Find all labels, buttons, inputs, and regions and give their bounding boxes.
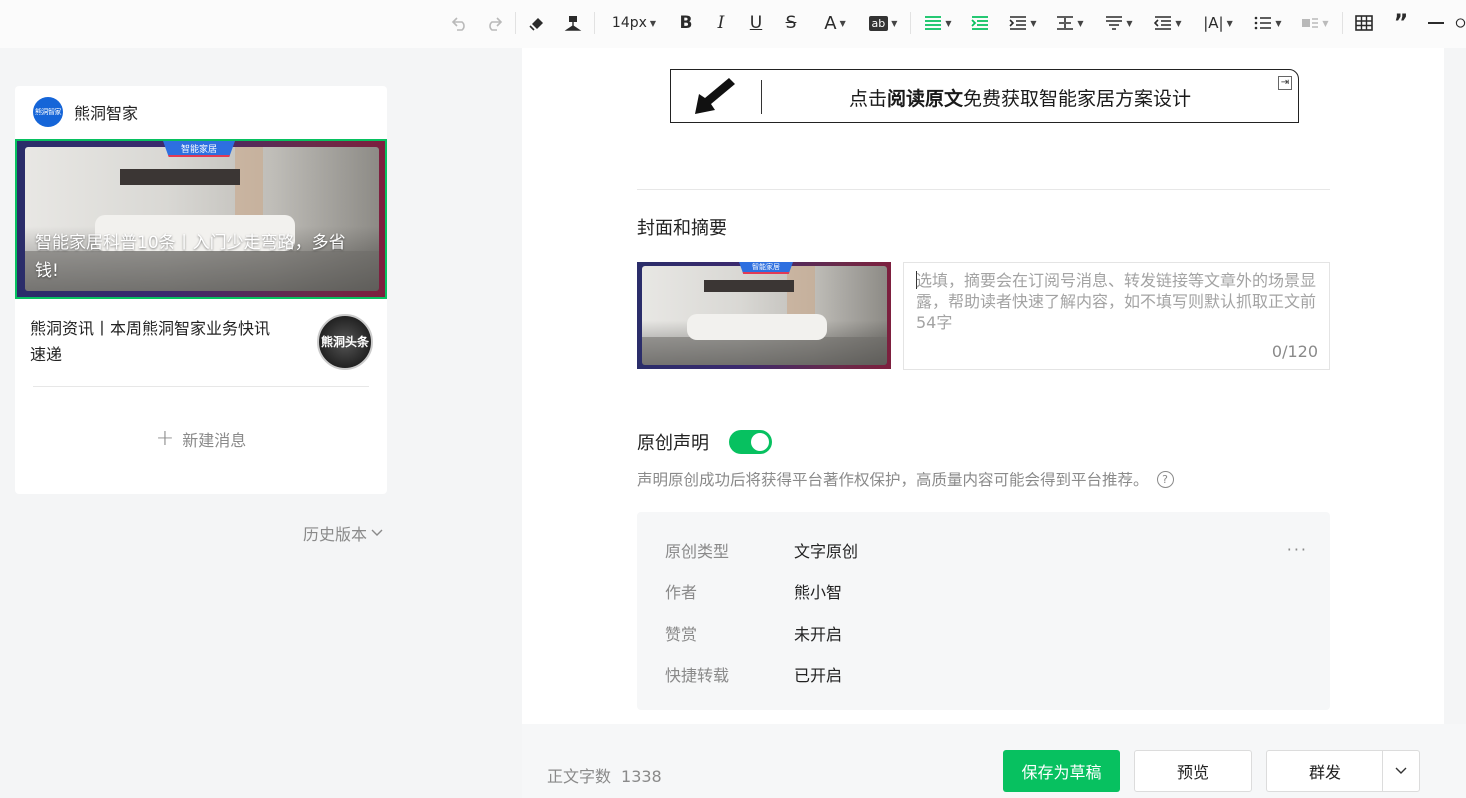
cover-thumbnail-image <box>642 266 887 365</box>
original-description: 声明原创成功后将获得平台著作权保护，高质量内容可能会得到平台推荐。 ? <box>637 468 1174 490</box>
strikethrough-icon[interactable]: S <box>780 11 802 35</box>
sub-article-title[interactable]: 熊洞资讯丨本周熊洞智家业务快讯速递 <box>30 316 280 368</box>
table-icon[interactable] <box>1352 11 1376 35</box>
toolbar-separator <box>515 12 516 34</box>
undo-icon[interactable] <box>448 11 472 35</box>
font-size-select[interactable]: 14px ▼ <box>606 11 662 35</box>
more-options-icon[interactable]: ··· <box>1287 540 1308 559</box>
paragraph-spacing-icon[interactable]: ▼ <box>1101 11 1137 35</box>
eraser-icon[interactable] <box>525 11 549 35</box>
account-row: 熊洞智家 熊洞智家 <box>33 97 138 127</box>
cover-summary-title: 封面和摘要 <box>637 218 727 239</box>
history-label: 历史版本 <box>303 525 368 544</box>
original-label: 原创声明 <box>637 433 709 454</box>
summary-input[interactable]: 选填，摘要会在订阅号消息、转发链接等文章外的场景显露，帮助读者快速了解内容，如不… <box>903 262 1330 370</box>
account-name: 熊洞智家 <box>74 104 139 123</box>
publish-button[interactable]: 群发 <box>1266 750 1383 792</box>
letter-spacing-icon[interactable]: |A| ▼ <box>1200 11 1236 35</box>
info-row-repost: 快捷转载 已开启 <box>665 666 843 685</box>
font-size-value: 14px <box>611 15 647 31</box>
align-justify-icon[interactable]: ▼ <box>920 11 956 35</box>
cover-thumbnail[interactable]: 智能家居 <box>637 262 891 369</box>
section-divider <box>637 189 1330 190</box>
arrow-icon <box>691 76 737 116</box>
info-row-type: 原创类型 文字原创 <box>665 542 859 561</box>
toolbar-separator <box>910 12 911 34</box>
word-count: 正文字数 1338 <box>547 767 662 786</box>
format-painter-icon[interactable] <box>561 11 585 35</box>
divider-icon[interactable] <box>1425 11 1447 35</box>
toolbar-separator <box>594 12 595 34</box>
main-article-cover[interactable]: 智能家居 智能家居科普10条丨入门少走弯路，多省钱! <box>15 139 387 299</box>
summary-placeholder: 选填，摘要会在订阅号消息、转发链接等文章外的场景显露，帮助读者快速了解内容，如不… <box>916 271 1317 332</box>
indent-format-icon[interactable] <box>968 11 992 35</box>
account-avatar: 熊洞智家 <box>33 97 63 127</box>
article-list-card: 熊洞智家 熊洞智家 智能家居 智能家居科普10条丨入门少走弯路，多省钱! 熊洞资… <box>15 86 387 494</box>
new-message-button[interactable]: + 新建消息 <box>15 426 387 451</box>
publish-dropdown-button[interactable] <box>1382 750 1420 792</box>
cover-tag: 智能家居 <box>163 141 235 157</box>
caret-down-icon: ▼ <box>649 18 657 28</box>
indent-icon[interactable]: ▼ <box>1005 11 1041 35</box>
sub-article-thumbnail: 熊洞头条 <box>317 314 373 370</box>
original-declaration-row: 原创声明 <box>637 429 772 455</box>
original-info-box: 原创类型 文字原创 作者 熊小智 赞赏 未开启 快捷转载 已开启 ··· <box>637 512 1330 710</box>
quote-icon[interactable]: ” <box>1389 11 1413 36</box>
redo-icon[interactable] <box>482 11 506 35</box>
plus-icon: + <box>155 426 175 451</box>
original-toggle[interactable] <box>729 430 772 454</box>
chevron-down-icon <box>1395 767 1407 774</box>
help-icon[interactable]: ? <box>1156 470 1174 488</box>
more-tools-icon[interactable] <box>1455 11 1466 35</box>
line-height-icon[interactable]: ▼ <box>1052 11 1088 35</box>
new-message-label: 新建消息 <box>182 430 247 450</box>
banner-divider <box>761 80 762 114</box>
editor-toolbar: 14px ▼ B I U S A ▼ ab ▼ ▼ ▼ ▼ ▼ ▼ |A| ▼ ▼ ▼ … <box>0 0 1466 48</box>
underline-icon[interactable]: U <box>745 11 767 35</box>
main-article-title: 智能家居科普10条丨入门少走弯路，多省钱! <box>35 233 346 281</box>
bullet-list-icon[interactable]: ▼ <box>1250 11 1286 35</box>
highlight-icon[interactable]: ab ▼ <box>865 11 901 35</box>
footer-bar: 正文字数 1338 保存为草稿 预览 群发 <box>522 724 1466 798</box>
toolbar-separator <box>1342 12 1343 34</box>
cover-thumbnail-tag: 智能家居 <box>739 262 793 274</box>
history-version-button[interactable]: 历史版本 <box>303 521 383 545</box>
summary-char-count: 0/120 <box>1271 342 1318 361</box>
exit-icon[interactable]: ⇥ <box>1278 76 1292 90</box>
float-image-icon[interactable]: ▼ <box>1297 11 1333 35</box>
outdent-icon[interactable]: ▼ <box>1150 11 1186 35</box>
font-color-icon[interactable]: A ▼ <box>817 11 853 35</box>
chevron-down-icon <box>371 529 383 536</box>
preview-button[interactable]: 预览 <box>1134 750 1252 792</box>
italic-icon[interactable]: I <box>710 11 732 35</box>
info-row-reward: 赞赏 未开启 <box>665 625 843 644</box>
banner-text: 点击阅读原文免费获取智能家居方案设计 <box>849 88 1192 110</box>
bold-icon[interactable]: B <box>675 11 697 35</box>
read-original-banner[interactable]: 点击阅读原文免费获取智能家居方案设计 ⇥ <box>670 69 1299 123</box>
editor-area: 点击阅读原文免费获取智能家居方案设计 ⇥ 封面和摘要 智能家居 选填，摘要会在订… <box>522 48 1444 728</box>
save-draft-button[interactable]: 保存为草稿 <box>1003 750 1120 792</box>
divider <box>33 386 369 387</box>
info-row-author: 作者 熊小智 <box>665 583 843 602</box>
